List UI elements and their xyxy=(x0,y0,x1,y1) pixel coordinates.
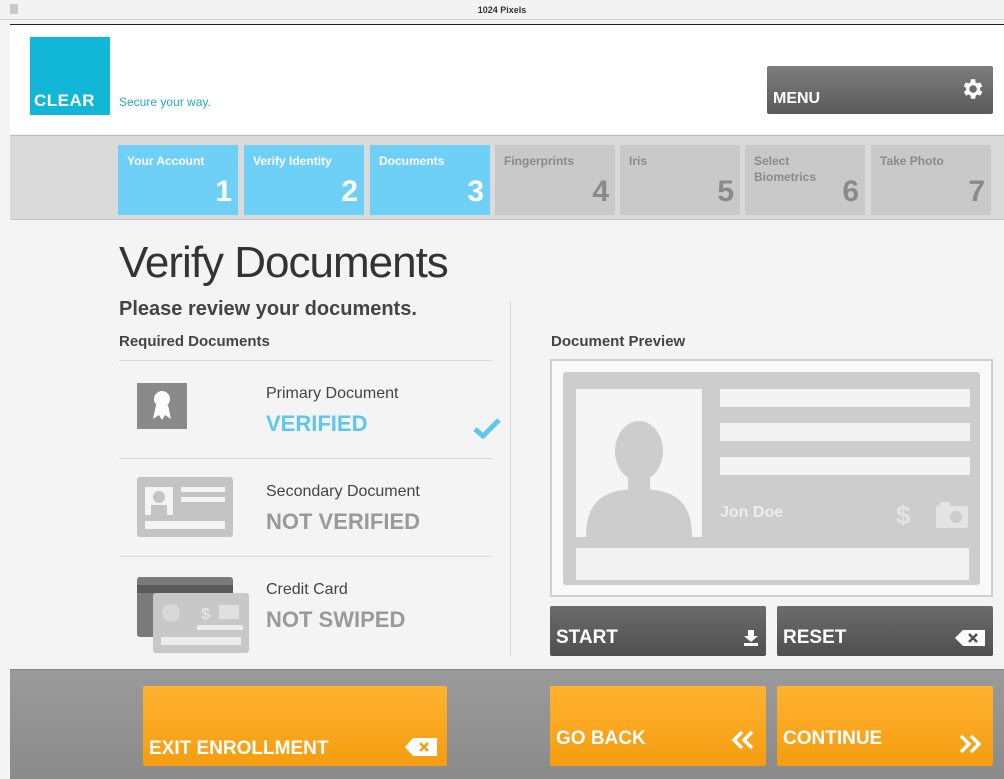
menu-label: MENU xyxy=(773,90,821,107)
go-back-button[interactable]: GO BACK xyxy=(550,686,766,766)
step-number: 1 xyxy=(215,175,232,208)
svg-text:$: $ xyxy=(201,606,210,623)
required-documents-heading: Required Documents xyxy=(119,333,270,350)
step-label: Your Account xyxy=(127,154,205,168)
step-label: Fingerprints xyxy=(504,154,575,168)
document-name: Secondary Document xyxy=(266,483,420,500)
step-label: Iris xyxy=(629,154,648,168)
step-label: Documents xyxy=(379,154,445,168)
start-label: START xyxy=(556,627,618,648)
pixel-ruler: 1024 Pixels xyxy=(0,0,1004,20)
go-back-label: GO BACK xyxy=(556,728,646,749)
logo-text: CLEAR xyxy=(34,91,96,110)
step-select-biometrics[interactable]: Select Biometrics 6 xyxy=(745,145,865,215)
main-content: Verify Documents Please review your docu… xyxy=(10,221,1004,669)
document-row-credit-card[interactable]: $ Credit Card NOT SWIPED xyxy=(119,556,493,654)
step-label: Select Biometrics xyxy=(754,154,817,184)
card-holder-name: Jon Doe xyxy=(720,504,784,521)
column-divider xyxy=(510,301,511,656)
document-name: Primary Document xyxy=(266,385,399,402)
progress-steps: Your Account 1 Verify Identity 2 Documen… xyxy=(10,135,1004,220)
document-status: VERIFIED xyxy=(266,411,368,436)
step-number: 3 xyxy=(467,175,484,208)
card-line xyxy=(720,457,970,475)
step-documents[interactable]: Documents 3 xyxy=(370,145,490,215)
step-number: 4 xyxy=(592,175,609,208)
document-name: Credit Card xyxy=(266,581,348,598)
person-silhouette-icon xyxy=(576,389,702,537)
double-chevron-left-icon xyxy=(731,730,754,750)
action-footer: EXIT ENROLLMENT GO BACK CONTINUE xyxy=(10,669,1004,779)
step-fingerprints[interactable]: Fingerprints 4 xyxy=(495,145,615,215)
document-status: NOT VERIFIED xyxy=(266,509,421,534)
page-title: Verify Documents xyxy=(119,238,449,287)
step-number: 2 xyxy=(341,175,358,208)
document-row-primary[interactable]: Primary Document VERIFIED xyxy=(119,360,501,458)
start-button[interactable]: START xyxy=(550,606,766,656)
page-subtitle: Please review your documents. xyxy=(119,298,417,320)
gear-icon xyxy=(963,79,983,99)
step-number: 5 xyxy=(717,175,734,208)
document-status: NOT SWIPED xyxy=(266,607,406,632)
reset-label: RESET xyxy=(783,627,847,648)
document-preview-heading: Document Preview xyxy=(551,333,686,350)
enrollment-screen: 1024 Pixels CLEAR Secure your way. MENU … xyxy=(0,0,1004,779)
menu-button[interactable]: MENU xyxy=(767,66,993,114)
step-label: Take Photo xyxy=(880,154,944,168)
card-line xyxy=(720,423,970,441)
step-label: Verify Identity xyxy=(253,154,332,168)
card-line xyxy=(720,389,970,407)
svg-text:$: $ xyxy=(896,500,911,530)
dollar-camera-icon: $ xyxy=(896,500,968,530)
app-header: CLEAR Secure your way. MENU xyxy=(10,24,1004,134)
step-your-account[interactable]: Your Account 1 xyxy=(118,145,238,215)
ruler-label: 1024 Pixels xyxy=(477,5,527,15)
download-icon xyxy=(744,630,758,646)
document-preview: Jon Doe $ xyxy=(550,359,993,597)
card-bar xyxy=(576,548,969,580)
document-row-secondary[interactable]: Secondary Document NOT VERIFIED xyxy=(119,458,493,556)
award-ribbon-icon xyxy=(137,383,187,429)
tagline: Secure your way. xyxy=(119,95,211,109)
backspace-icon xyxy=(955,630,985,646)
step-number: 6 xyxy=(842,175,859,208)
step-number: 7 xyxy=(968,175,985,208)
reset-button[interactable]: RESET xyxy=(777,606,993,656)
step-verify-identity[interactable]: Verify Identity 2 xyxy=(244,145,364,215)
double-chevron-right-icon xyxy=(959,734,982,754)
id-card-preview: Jon Doe $ xyxy=(563,372,980,585)
exit-enrollment-label: EXIT ENROLLMENT xyxy=(149,738,329,759)
exit-enrollment-button[interactable]: EXIT ENROLLMENT xyxy=(143,686,447,766)
step-iris[interactable]: Iris 5 xyxy=(620,145,740,215)
id-card-icon xyxy=(137,477,233,537)
backspace-icon xyxy=(405,738,437,756)
clear-logo: CLEAR xyxy=(30,37,110,115)
checkmark-icon xyxy=(473,418,501,439)
continue-button[interactable]: CONTINUE xyxy=(777,686,993,766)
step-take-photo[interactable]: Take Photo 7 xyxy=(871,145,991,215)
continue-label: CONTINUE xyxy=(783,728,883,749)
credit-card-icon: $ xyxy=(137,577,249,653)
